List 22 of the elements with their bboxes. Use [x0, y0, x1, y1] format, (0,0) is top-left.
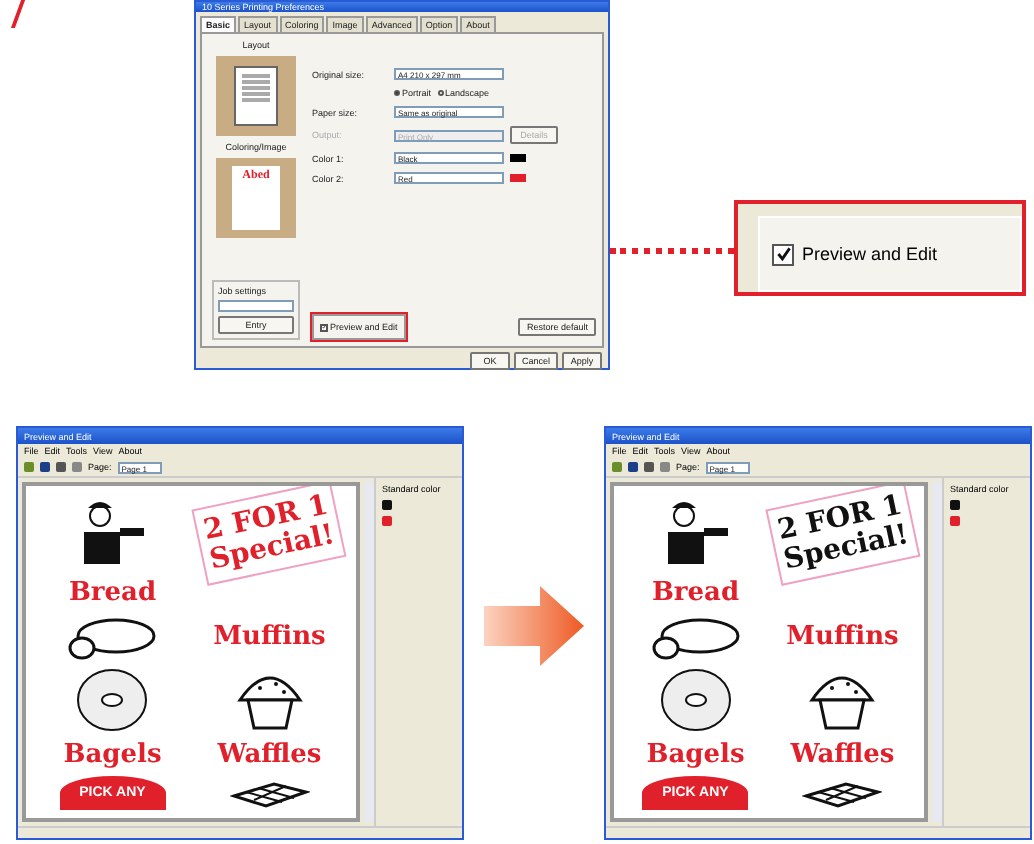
bagel-drawing: [657, 665, 734, 734]
scroll-bar[interactable]: [364, 482, 374, 822]
bagels-label: Bagels: [63, 740, 162, 771]
waffle-drawing: [229, 779, 310, 808]
bread-drawing: [651, 615, 740, 660]
bread-label: Bread: [651, 578, 740, 609]
scroll-bar[interactable]: [932, 482, 942, 822]
muffins-label: Muffins: [213, 622, 326, 653]
waffle-drawing: [802, 779, 883, 808]
checkbox[interactable]: [772, 243, 794, 265]
bread-drawing: [68, 615, 157, 660]
bread-label: Bread: [68, 578, 157, 609]
checkbox-label: Preview and Edit: [802, 244, 938, 264]
check-icon: [775, 246, 791, 262]
bagel-drawing: [74, 665, 151, 734]
arrow-icon: [484, 586, 584, 666]
bagels-label: Bagels: [646, 740, 745, 771]
layout-preview: [216, 56, 296, 136]
muffins-label: Muffins: [786, 622, 899, 653]
job-dropdown[interactable]: [218, 300, 294, 312]
waffles-label: Waffles: [217, 740, 322, 771]
waffles-label: Waffles: [790, 740, 895, 771]
